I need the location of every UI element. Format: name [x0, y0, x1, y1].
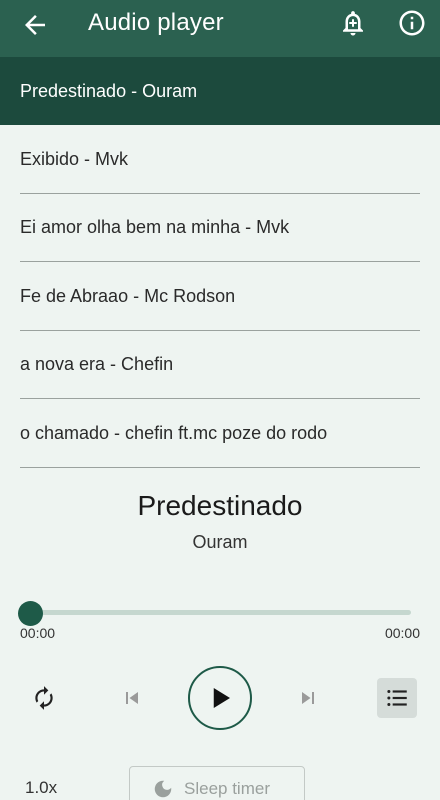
info-icon[interactable] [397, 8, 427, 38]
next-button[interactable] [290, 680, 326, 716]
duration-time: 00:00 [384, 625, 420, 641]
notification-add-icon[interactable] [338, 8, 368, 38]
now-playing-artist: Ouram [192, 532, 248, 552]
playlist-item-label: Fe de Abraao - Mc Rodson [20, 285, 236, 306]
page-title: Audio player [88, 9, 224, 36]
skip-previous-icon [126, 692, 138, 704]
now-playing-title: Predestinado [137, 490, 303, 521]
arrow-back-icon[interactable] [20, 10, 50, 40]
playlist-item-label: o chamado - chefin ft.mc poze do rodo [20, 422, 328, 443]
previous-button[interactable] [114, 680, 150, 716]
playlist: Predestinado - Ouram Exibido - Mvk Ei am… [0, 57, 440, 468]
current-time: 00:00 [20, 625, 56, 641]
playback-speed[interactable]: 1.0x [25, 778, 57, 798]
playlist-item-label: Exibido - Mvk [20, 148, 129, 169]
queue-button[interactable] [377, 678, 417, 718]
playlist-item[interactable]: Fe de Abraao - Mc Rodson [0, 262, 440, 331]
playlist-item[interactable]: o chamado - chefin ft.mc poze do rodo [0, 399, 440, 468]
seek-bar[interactable] [30, 610, 411, 615]
app-bar: Audio player [0, 0, 440, 57]
play-icon [213, 688, 230, 708]
sleep-timer-label: Sleep timer [184, 779, 270, 798]
playlist-item-label: Ei amor olha bem na minha - Mvk [20, 217, 290, 238]
sleep-timer-button[interactable]: Sleep timer [129, 766, 305, 800]
playlist-item-label: Predestinado - Ouram [20, 80, 198, 101]
skip-next-icon [302, 692, 314, 704]
playlist-item-label: a nova era - Chefin [20, 354, 174, 375]
divider [20, 466, 420, 468]
playlist-item[interactable]: Ei amor olha bem na minha - Mvk [0, 194, 440, 262]
play-button[interactable] [188, 666, 252, 730]
seek-thumb[interactable] [17, 601, 43, 626]
playlist-item[interactable]: a nova era - Chefin [0, 331, 440, 399]
moon-icon [152, 778, 174, 800]
playlist-item[interactable]: Predestinado - Ouram [0, 57, 440, 125]
repeat-icon [35, 686, 53, 710]
queue-list-icon [387, 689, 407, 707]
playlist-item[interactable]: Exibido - Mvk [0, 125, 440, 194]
repeat-button[interactable] [26, 680, 62, 716]
